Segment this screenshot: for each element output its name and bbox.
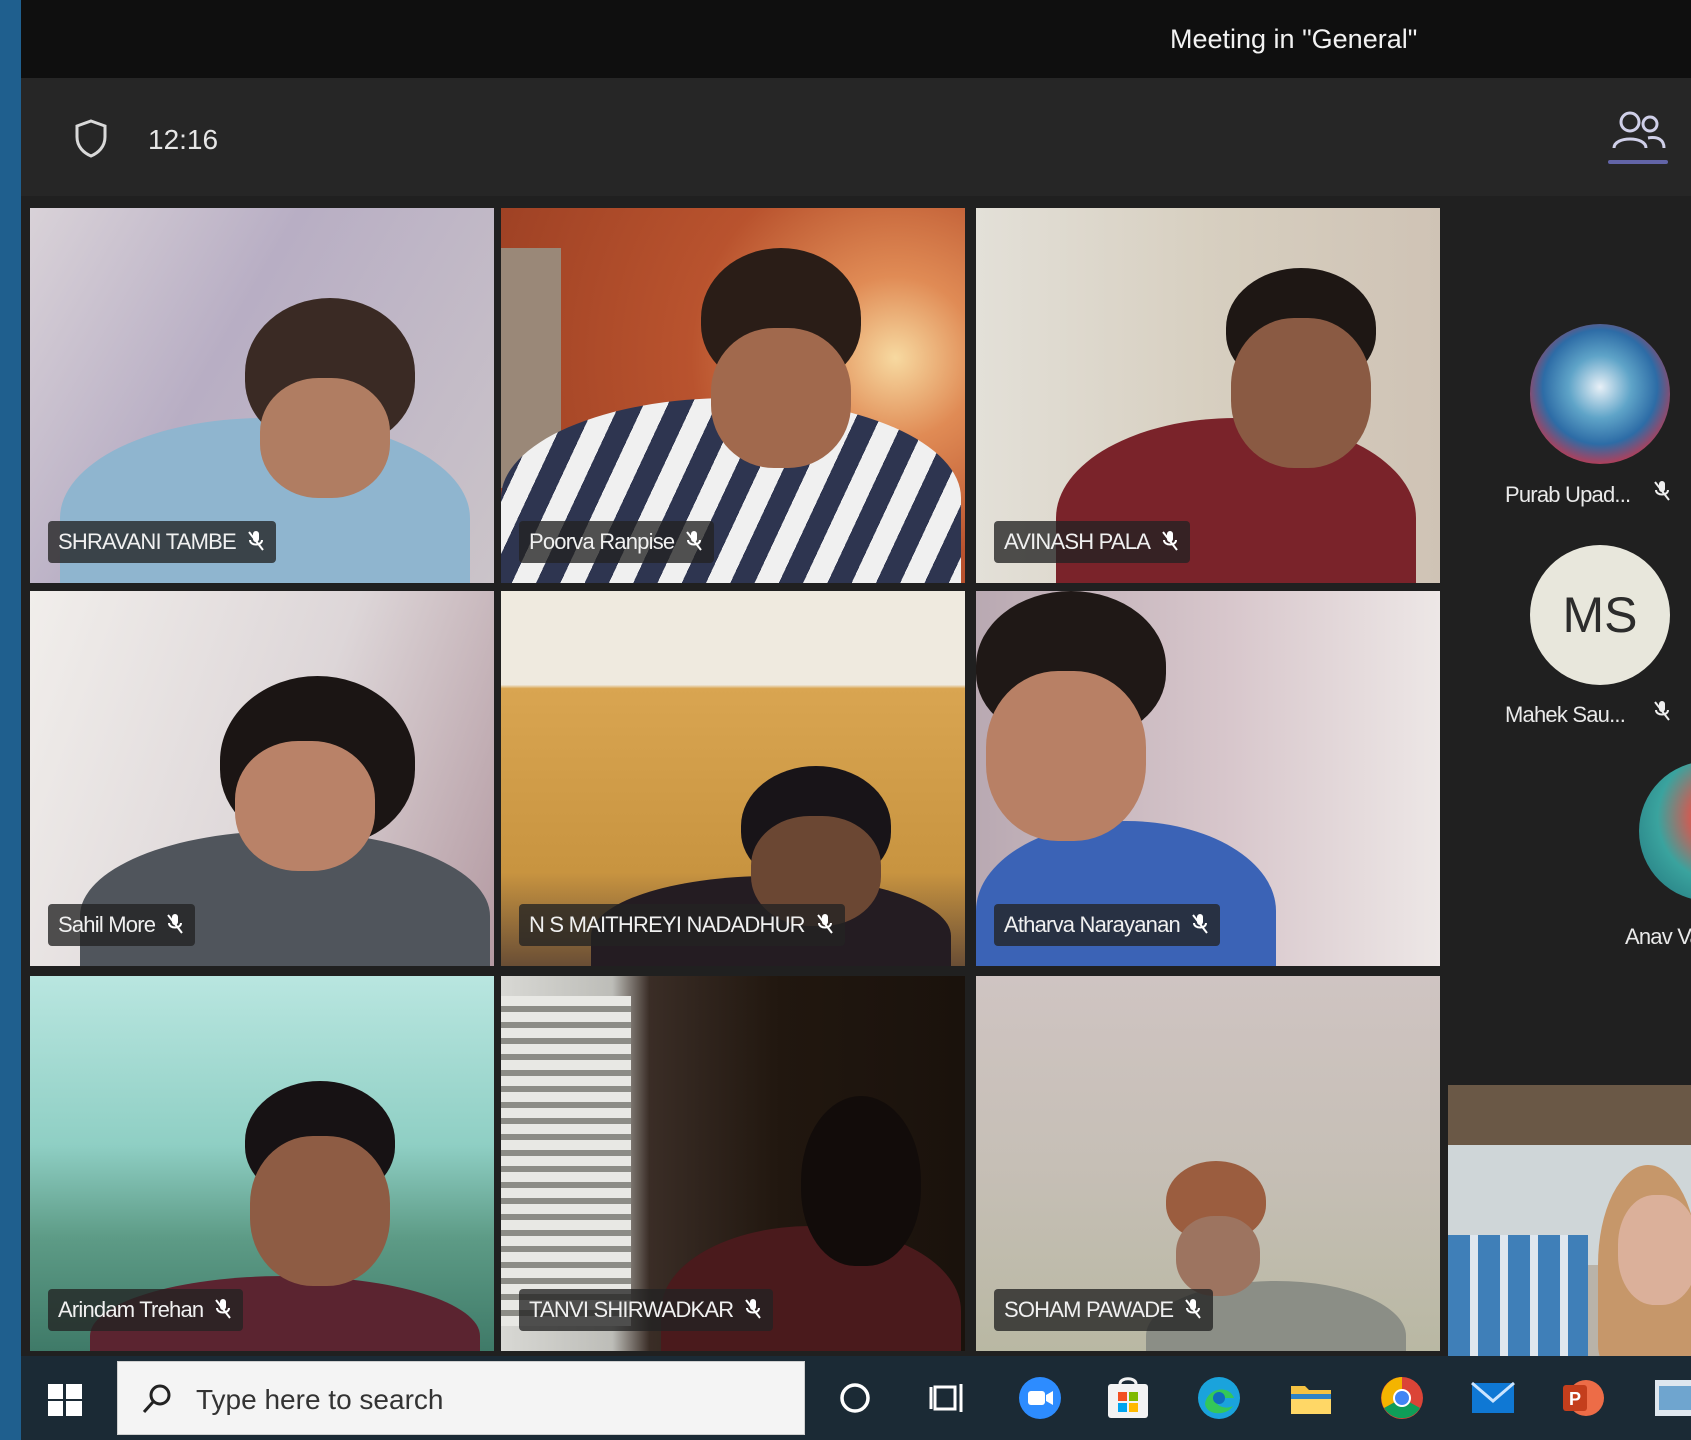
participant-nametag: TANVI SHIRWADKAR [519, 1289, 774, 1331]
edge-icon[interactable] [1195, 1374, 1243, 1422]
file-explorer-icon[interactable] [1287, 1374, 1335, 1422]
mic-off-icon [215, 1299, 232, 1319]
taskbar-search-box[interactable]: Type here to search [117, 1361, 805, 1435]
shield-icon[interactable] [73, 118, 109, 158]
video-tile[interactable]: SOHAM PAWADE [976, 976, 1440, 1351]
active-underline [1608, 160, 1668, 164]
mic-off-icon [1185, 1299, 1202, 1319]
mic-off-icon [686, 531, 703, 551]
title-bar: Meeting in "General" [21, 0, 1691, 78]
participant-nametag: Arindam Trehan [48, 1289, 244, 1331]
teams-meeting-window: Meeting in "General" 12:16 SHRAVANI TAMB… [21, 0, 1691, 1356]
video-tile[interactable]: TANVI SHIRWADKAR [501, 976, 965, 1351]
video-tile[interactable]: Arindam Trehan [30, 976, 494, 1351]
video-tile[interactable]: Sahil More [30, 591, 494, 966]
search-icon [142, 1384, 171, 1414]
presenter-video-thumbnail[interactable] [1448, 1085, 1691, 1356]
window-title: Meeting in "General" [1170, 24, 1418, 54]
people-icon [1612, 111, 1666, 149]
participant-face [711, 328, 851, 468]
participant-face [1231, 318, 1371, 468]
roster-name: Anav Va [1625, 924, 1691, 949]
participant-face [1176, 1216, 1260, 1296]
participant-face [986, 671, 1146, 841]
zoom-icon[interactable] [1016, 1374, 1064, 1422]
participant-name: SOHAM PAWADE [1004, 1297, 1174, 1322]
video-grid: SHRAVANI TAMBE Poorva Ranpise AVINASH PA… [21, 196, 1441, 1356]
participant-name: Poorva Ranpise [529, 529, 675, 554]
presenter-face [1618, 1195, 1691, 1305]
app-icon[interactable] [1651, 1374, 1691, 1422]
participant-nametag: N S MAITHREYI NADADHUR [519, 904, 845, 946]
video-tile[interactable]: AVINASH PALA [976, 208, 1440, 583]
window-blinds [501, 996, 631, 1326]
participant-avatar[interactable]: MS [1530, 545, 1670, 685]
search-placeholder: Type here to search [196, 1384, 444, 1415]
participant-name: Sahil More [58, 912, 156, 937]
roster-name: Purab Upad... [1505, 482, 1631, 507]
chrome-icon[interactable] [1378, 1374, 1426, 1422]
mic-off-icon [1162, 531, 1178, 551]
microsoft-store-icon[interactable] [1104, 1374, 1152, 1422]
participant-nametag: SOHAM PAWADE [994, 1289, 1214, 1331]
mic-off-icon [1654, 701, 1670, 721]
ceiling [1448, 1085, 1691, 1145]
participant-name: TANVI SHIRWADKAR [529, 1297, 734, 1322]
participant-nametag: SHRAVANI TAMBE [48, 521, 276, 563]
mic-off-icon [1654, 481, 1670, 501]
video-tile[interactable]: Poorva Ranpise [501, 208, 965, 583]
participant-face [250, 1136, 390, 1286]
participant-name: N S MAITHREYI NADADHUR [529, 912, 806, 937]
video-tile[interactable]: N S MAITHREYI NADADHUR [501, 591, 965, 966]
participant-name: AVINASH PALA [1004, 529, 1151, 554]
task-view-icon[interactable] [925, 1374, 973, 1422]
participant-nametag: Atharva Narayanan [994, 904, 1220, 946]
mic-off-icon [167, 914, 183, 934]
cortana-icon[interactable] [831, 1374, 879, 1422]
participant-avatar[interactable] [1639, 761, 1691, 901]
mic-off-icon [248, 531, 264, 551]
meeting-timer: 12:16 [148, 124, 219, 155]
participant-nametag: AVINASH PALA [994, 521, 1191, 563]
meeting-toolbar: 12:16 [21, 78, 1691, 196]
shelf-boxes [1448, 1235, 1588, 1356]
powerpoint-icon[interactable]: P [1559, 1374, 1607, 1422]
mic-off-icon [816, 914, 833, 934]
participant-nametag: Sahil More [48, 904, 196, 946]
participant-name: Arindam Trehan [58, 1297, 204, 1322]
windows-start-icon[interactable] [47, 1382, 83, 1418]
participant-avatar[interactable] [1530, 324, 1670, 464]
svg-text:P: P [1569, 1389, 1581, 1409]
participant-face [260, 378, 390, 498]
mic-off-icon [745, 1299, 762, 1319]
mail-icon[interactable] [1469, 1374, 1517, 1422]
video-tile[interactable]: Atharva Narayanan [976, 591, 1440, 966]
participant-name: SHRAVANI TAMBE [58, 529, 237, 554]
participant-face [235, 741, 375, 871]
show-participants-button[interactable] [1606, 108, 1672, 164]
participant-hair [801, 1096, 921, 1266]
video-tile[interactable]: SHRAVANI TAMBE [30, 208, 494, 583]
participant-name: Atharva Narayanan [1004, 912, 1181, 937]
windows-taskbar: Type here to search P [21, 1356, 1691, 1440]
mic-off-icon [1192, 914, 1208, 934]
roster-name: Mahek Sau... [1505, 702, 1626, 727]
participant-nametag: Poorva Ranpise [519, 521, 715, 563]
